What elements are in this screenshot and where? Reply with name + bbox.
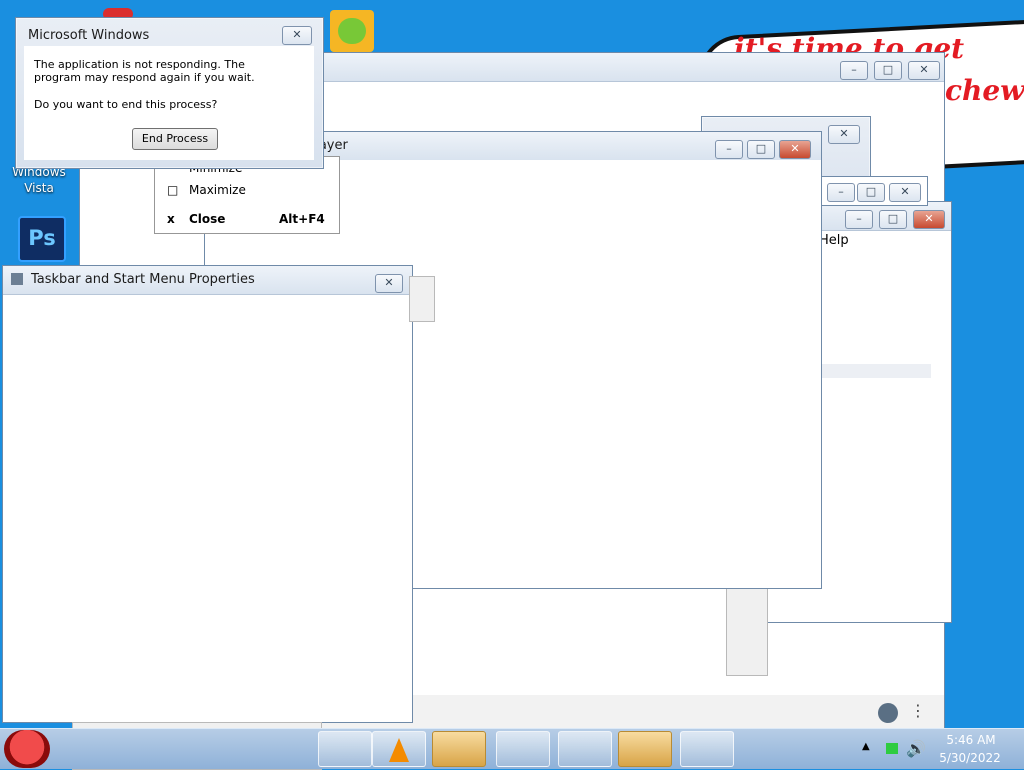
end-process-button[interactable]: End Process bbox=[132, 128, 218, 150]
small-stacked-window[interactable]: – □ ✕ bbox=[818, 176, 928, 206]
side-close-button[interactable]: ✕ bbox=[913, 210, 945, 229]
taskbar-properties-close-button[interactable]: ✕ bbox=[375, 274, 403, 293]
account-icon[interactable] bbox=[878, 703, 898, 723]
side-maximize-button[interactable]: □ bbox=[879, 210, 907, 229]
show-hidden-icons-icon[interactable]: ▲ bbox=[862, 741, 870, 752]
side-window-field[interactable] bbox=[819, 364, 931, 378]
cloud-text-line-2: chew bbox=[945, 74, 1024, 107]
photoshop-icon-glyph: Ps bbox=[28, 226, 56, 250]
help-menu[interactable]: Help bbox=[819, 233, 849, 248]
taskbar: ▲ 🔊 5:46 AM 5/30/2022 bbox=[0, 728, 1024, 769]
stacked-minimize-button[interactable]: – bbox=[827, 183, 855, 202]
vlc-close-button[interactable]: ✕ bbox=[779, 140, 811, 159]
close-shortcut: Alt+F4 bbox=[279, 212, 325, 226]
dialog-message-2: Do you want to end this process? bbox=[34, 98, 218, 111]
close-menu-item[interactable]: Close bbox=[189, 212, 225, 226]
background-minimize-button[interactable]: – bbox=[840, 61, 868, 80]
network-icon[interactable] bbox=[886, 743, 898, 754]
vlc-maximize-button[interactable]: □ bbox=[747, 140, 775, 159]
taskbar-puzzle-button[interactable] bbox=[558, 731, 612, 767]
maximize-menu-item[interactable]: Maximize bbox=[189, 183, 246, 197]
more-icon[interactable]: ⋮ bbox=[910, 701, 926, 720]
stacked-close-button[interactable]: ✕ bbox=[889, 183, 921, 202]
close-menu-glyph: x bbox=[167, 212, 175, 226]
mouse-pointer-icon bbox=[905, 382, 914, 400]
taskbar-server-manager-button[interactable] bbox=[680, 731, 734, 767]
taskbar-properties-side-strip bbox=[409, 276, 435, 322]
taskbar-folder-photos-button[interactable] bbox=[432, 731, 486, 767]
volume-icon[interactable]: 🔊 bbox=[906, 739, 926, 758]
secondary-close-button[interactable]: ✕ bbox=[828, 125, 860, 144]
taskbar-properties-title: Taskbar and Start Menu Properties bbox=[31, 272, 255, 287]
dialog-body: The application is not responding. The p… bbox=[24, 46, 314, 160]
taskbar-remote-desktop-button[interactable] bbox=[618, 731, 672, 767]
dialog-title: Microsoft Windows bbox=[28, 28, 150, 43]
taskbar-vlc-button[interactable] bbox=[372, 731, 426, 767]
dialog-message-1: The application is not responding. The p… bbox=[34, 58, 255, 84]
clock-date[interactable]: 5/30/2022 bbox=[936, 751, 1004, 765]
taskbar-game-button[interactable] bbox=[496, 731, 550, 767]
vlc-taskbar-icon bbox=[389, 738, 409, 762]
stacked-maximize-button[interactable]: □ bbox=[857, 183, 885, 202]
start-button[interactable] bbox=[4, 730, 50, 768]
background-close-button[interactable]: ✕ bbox=[908, 61, 940, 80]
taskbar-properties-icon bbox=[11, 273, 23, 285]
maximize-menu-glyph: □ bbox=[167, 183, 179, 197]
bad-piggies-icon[interactable] bbox=[330, 10, 374, 52]
dialog-close-button[interactable]: ✕ bbox=[282, 26, 312, 45]
photoshop-icon[interactable]: Ps bbox=[18, 216, 66, 262]
taskbar-calculator-button[interactable] bbox=[318, 731, 372, 767]
side-minimize-button[interactable]: – bbox=[845, 210, 873, 229]
vlc-minimize-button[interactable]: – bbox=[715, 140, 743, 159]
clock-time[interactable]: 5:46 AM bbox=[942, 733, 1000, 747]
taskbar-properties-window[interactable]: Taskbar and Start Menu Properties ✕ bbox=[2, 265, 435, 723]
not-responding-dialog[interactable]: Microsoft Windows ✕ The application is n… bbox=[15, 17, 324, 169]
background-maximize-button[interactable]: □ bbox=[874, 61, 902, 80]
